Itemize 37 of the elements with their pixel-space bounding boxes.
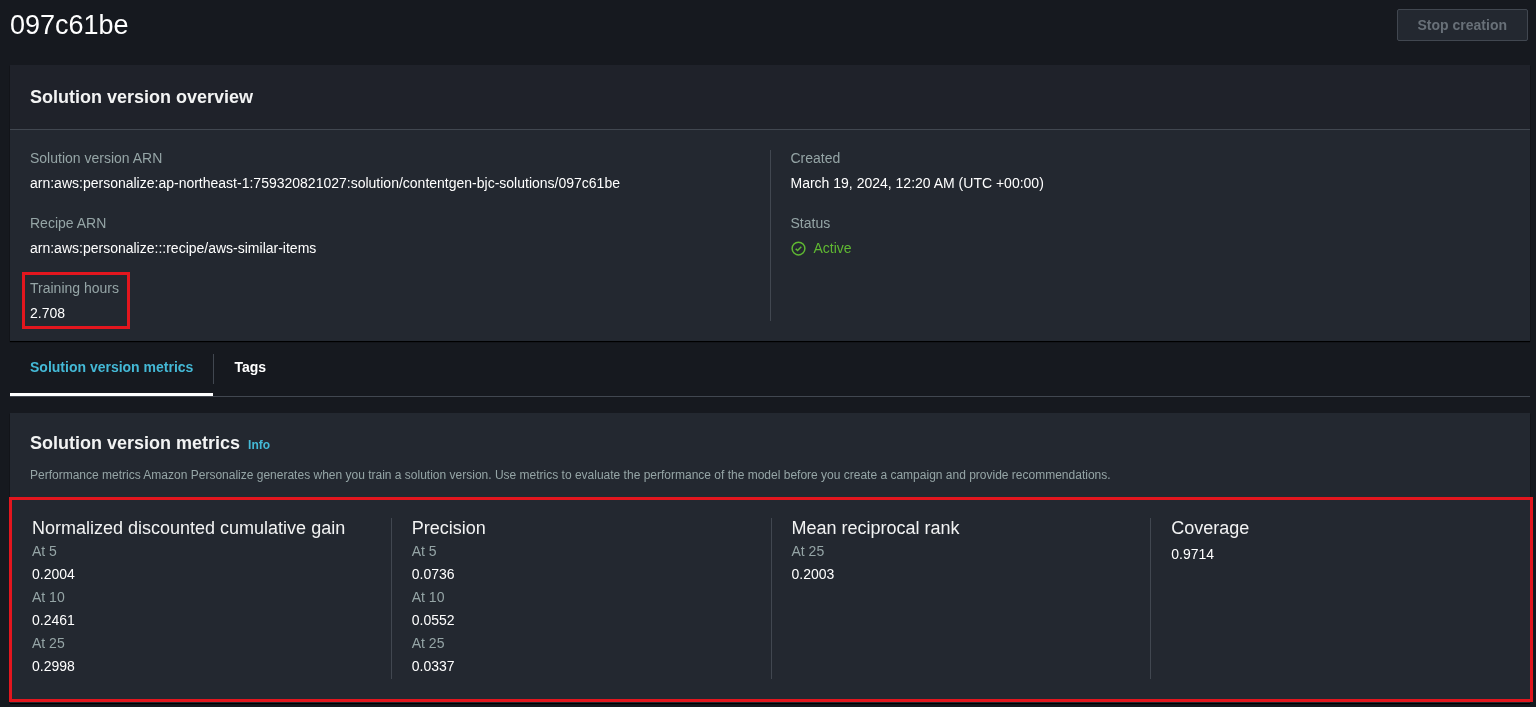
metric-name: Precision: [411, 518, 487, 539]
page-title: 097c61be: [10, 9, 129, 41]
metric-name: Normalized discounted cumulative gain: [32, 518, 347, 539]
metric-label: At 5: [32, 542, 58, 561]
field-value: arn:aws:personalize:ap-northeast-1:759320821027:solution/contentgen-bjc-solutions/097c61be: [30, 175, 620, 191]
field-label: Recipe ARN: [30, 215, 108, 231]
field-label: Created: [790, 150, 842, 166]
field-label: Training hours: [30, 280, 119, 296]
metric-value: 0.2998: [32, 657, 76, 676]
metric-value: 0.0552: [411, 611, 456, 630]
panel-title: Solution version overview: [30, 86, 254, 108]
panel-description: Performance metrics Amazon Personalize generates when you train a solution version. Use metrics to evaluate the performance of the model before you create a campaign and provide recommendations.: [30, 468, 1112, 482]
metric-value: 0.2461: [32, 611, 76, 630]
metric-value: 0.2004: [32, 565, 76, 584]
metric-label: At 25: [32, 634, 66, 653]
info-link[interactable]: Info: [248, 438, 271, 452]
field-value: March 19, 2024, 12:20 AM (UTC +00:00): [790, 175, 1044, 191]
field-value: 2.708: [30, 305, 67, 321]
metric-label: At 25: [411, 634, 446, 653]
tab[interactable]: Tags: [214, 341, 286, 396]
success-icon: [790, 240, 806, 256]
metric-label: At 10: [411, 588, 446, 607]
panel-title: Solution version metrics: [30, 433, 241, 454]
field-label: Status: [790, 215, 832, 231]
tab[interactable]: Solution version metrics: [10, 341, 214, 396]
metric-label: At 25: [791, 542, 826, 561]
metric-value: 0.0736: [411, 565, 456, 584]
metric-value: 0.9714: [1171, 545, 1216, 564]
metric-label: At 10: [32, 588, 66, 607]
field-label: Solution version ARN: [30, 150, 164, 166]
metric-name: Coverage: [1171, 518, 1251, 539]
metric-label: At 5: [411, 542, 438, 561]
metric-name: Mean reciprocal rank: [791, 518, 961, 539]
field-value: arn:aws:personalize:::recipe/aws-similar-items: [30, 240, 317, 256]
metric-value: 0.2003: [791, 565, 836, 584]
status-text: Active: [813, 240, 852, 256]
metric-value: 0.0337: [411, 657, 456, 676]
